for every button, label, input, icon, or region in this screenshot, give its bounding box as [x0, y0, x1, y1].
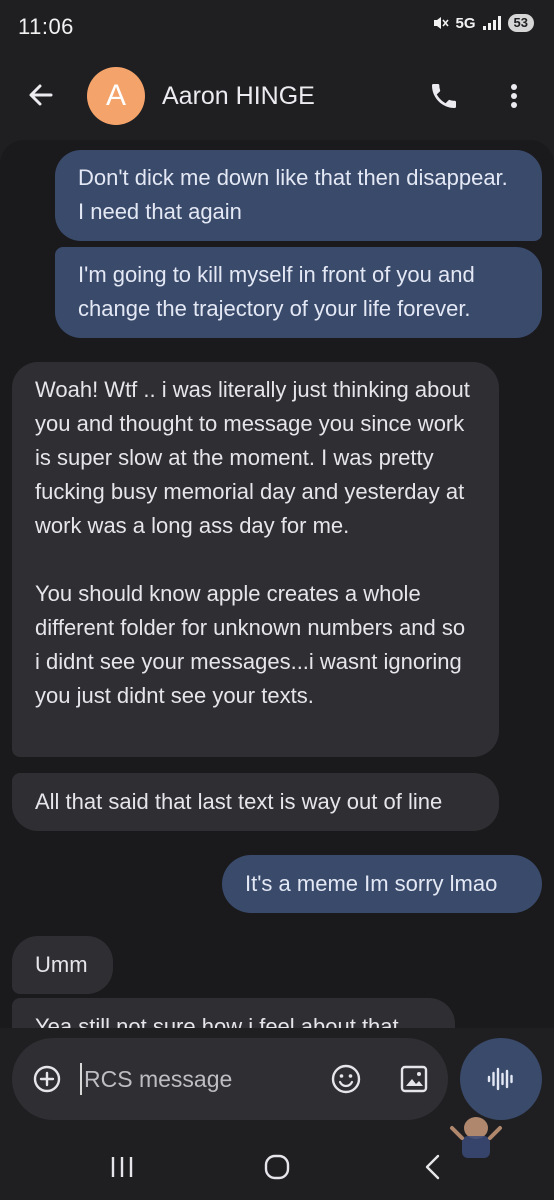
nav-back-icon[interactable]: [420, 1152, 446, 1182]
avatar[interactable]: A: [87, 67, 145, 125]
signal-icon: [482, 15, 502, 31]
message-input[interactable]: [80, 1063, 310, 1095]
gallery-icon[interactable]: [398, 1063, 430, 1095]
phone-icon[interactable]: [428, 80, 462, 114]
message-bubble-outgoing[interactable]: It's a meme Im sorry lmao: [222, 855, 542, 913]
message-bubble-incoming[interactable]: Woah! Wtf .. i was literally just thinki…: [12, 362, 499, 757]
contact-name[interactable]: Aaron HINGE: [162, 82, 315, 111]
conversation-list[interactable]: Don't dick me down like that then disapp…: [0, 140, 554, 1028]
message-bubble-outgoing[interactable]: Don't dick me down like that then disapp…: [55, 150, 542, 241]
mute-icon: [432, 14, 450, 32]
message-bubble-incoming[interactable]: Yea still not sure how i feel about that: [12, 998, 455, 1028]
status-bar: 11:06 5G 53: [0, 0, 554, 52]
add-circle-icon[interactable]: [32, 1064, 62, 1094]
battery-badge: 53: [507, 14, 534, 32]
message-bubble-incoming[interactable]: Umm: [12, 936, 113, 994]
back-arrow-icon[interactable]: [24, 78, 58, 112]
status-icons: 5G 53: [432, 14, 534, 32]
message-bubble-incoming[interactable]: All that said that last text is way out …: [12, 773, 499, 831]
sticker-character-icon: [440, 1098, 510, 1158]
nav-recents-icon[interactable]: [107, 1152, 137, 1182]
network-label: 5G: [455, 14, 476, 32]
status-time: 11:06: [18, 14, 74, 39]
nav-home-icon[interactable]: [262, 1152, 292, 1182]
message-bubble-outgoing[interactable]: I'm going to kill myself in front of you…: [55, 247, 542, 338]
emoji-icon[interactable]: [330, 1063, 362, 1095]
more-vert-icon[interactable]: [500, 80, 528, 114]
